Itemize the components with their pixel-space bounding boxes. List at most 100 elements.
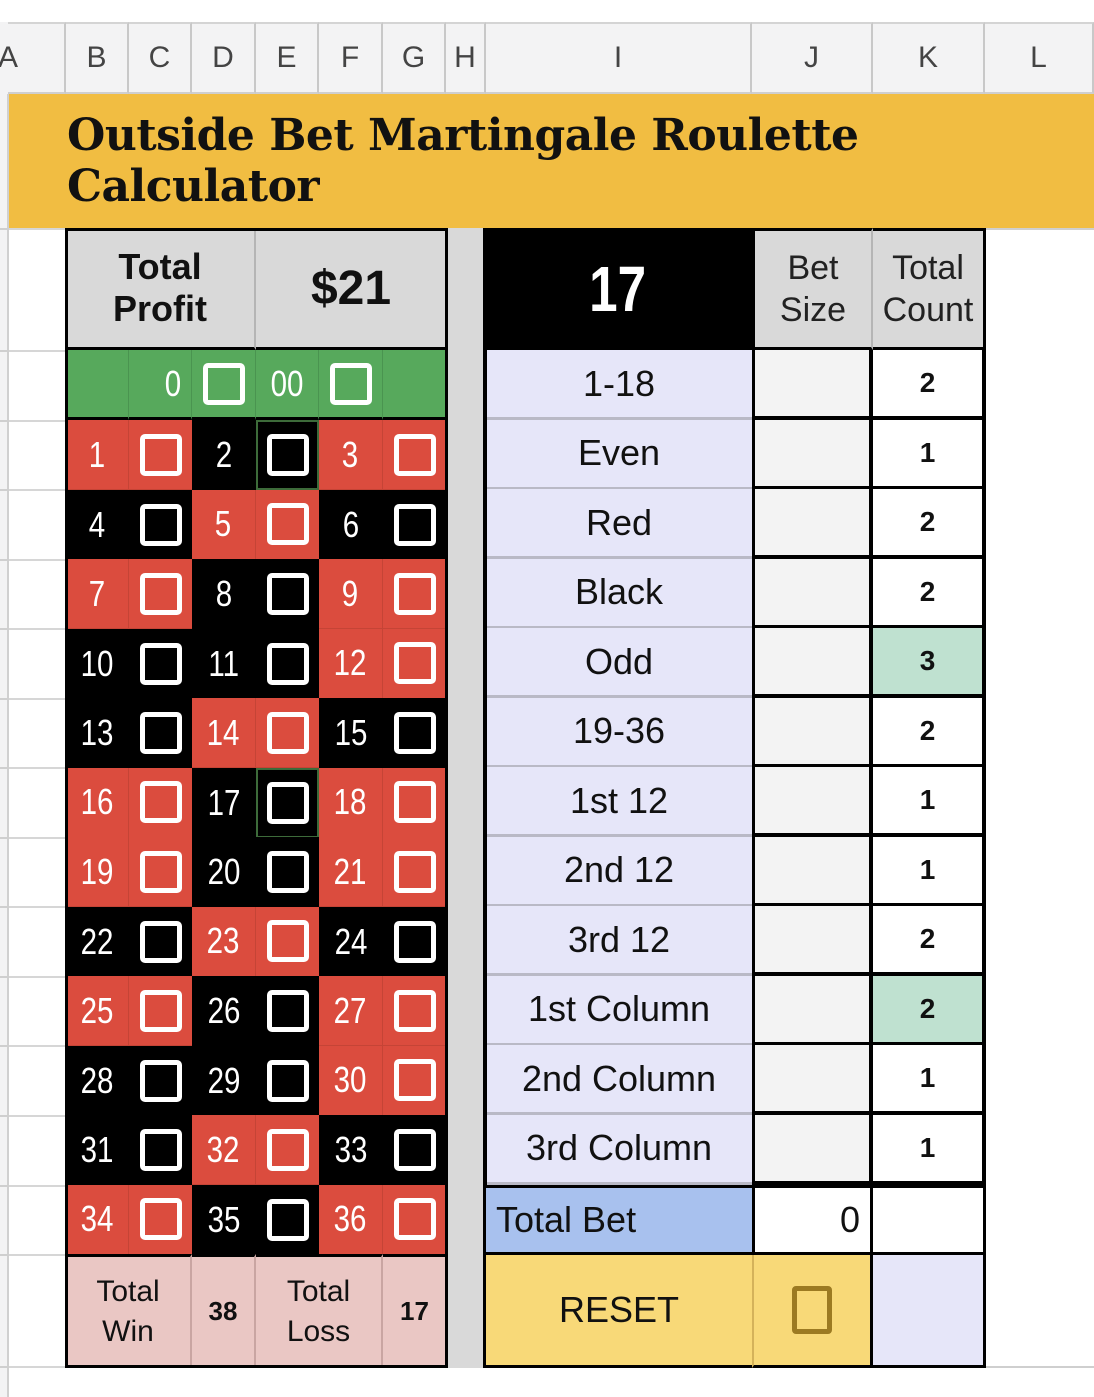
number-checkbox-30[interactable]: [393, 1059, 436, 1101]
bet-size-input[interactable]: [752, 906, 873, 976]
row-gridline: [9, 906, 66, 908]
bet-size-input[interactable]: [752, 419, 873, 490]
number-checkbox-19[interactable]: [139, 850, 182, 893]
number-label: 2: [215, 434, 233, 475]
row-gridline: [0, 1045, 9, 1047]
number-checkbox-17[interactable]: [266, 781, 309, 824]
bet-label: Even: [577, 432, 661, 473]
number-checkbox-31[interactable]: [139, 1129, 182, 1171]
number-checkbox-14[interactable]: [266, 711, 309, 754]
bet-size-input[interactable]: [752, 1045, 873, 1115]
bet-label: 1st Column: [527, 988, 711, 1029]
number-checkbox-7[interactable]: [139, 572, 182, 615]
number-checkbox-32[interactable]: [266, 1128, 309, 1171]
column-header-e[interactable]: E: [256, 22, 319, 94]
bet-size-input[interactable]: [752, 697, 873, 768]
number-checkbox-36[interactable]: [393, 1198, 436, 1240]
number-checkbox-35[interactable]: [266, 1198, 309, 1241]
number-checkbox-26[interactable]: [266, 990, 309, 1032]
number-checkbox-2[interactable]: [266, 434, 309, 476]
column-header-c[interactable]: C: [129, 22, 192, 94]
number-label: 12: [334, 642, 367, 683]
total-count-header: Total Count: [873, 228, 986, 350]
number-checkbox-29[interactable]: [266, 1059, 309, 1102]
number-checkbox-5[interactable]: [266, 503, 309, 545]
number-checkbox-34[interactable]: [139, 1198, 182, 1240]
column-header-g[interactable]: G: [383, 22, 446, 94]
number-checkbox-22[interactable]: [139, 920, 182, 963]
column-header-i[interactable]: I: [486, 22, 752, 94]
number-label: 23: [207, 920, 240, 961]
column-header-k[interactable]: K: [873, 22, 985, 94]
row-gridline: [9, 837, 66, 839]
double-zero-number: 00: [270, 362, 304, 404]
number-checkbox-4[interactable]: [139, 503, 182, 546]
bet-size-input[interactable]: [752, 767, 873, 837]
number-checkbox-20[interactable]: [266, 851, 309, 893]
number-label: 32: [207, 1128, 240, 1170]
bet-count-cell: 1: [873, 419, 986, 490]
number-checkbox-28[interactable]: [139, 1059, 182, 1102]
reset-checkbox[interactable]: [792, 1286, 832, 1334]
bet-size-input[interactable]: [752, 350, 873, 420]
number-checkbox-16[interactable]: [139, 781, 182, 823]
number-label: 11: [208, 642, 240, 684]
number-cell-10: 10: [66, 628, 129, 699]
number-checkbox-8[interactable]: [266, 573, 309, 615]
bet-size-input[interactable]: [752, 1114, 873, 1185]
column-header-d[interactable]: D: [192, 22, 256, 94]
number-checkbox-11[interactable]: [266, 642, 309, 685]
checkbox-cell-29: [256, 1045, 319, 1116]
row-gridline: [0, 1254, 9, 1256]
column-header-a[interactable]: A: [0, 22, 66, 94]
zero-checkbox[interactable]: [202, 362, 245, 405]
checkbox-cell-4: [129, 489, 192, 560]
number-checkbox-24[interactable]: [393, 920, 436, 963]
number-checkbox-10[interactable]: [139, 642, 182, 685]
bet-label: 2nd Column: [521, 1057, 717, 1099]
total-bet-blank-cell: [873, 1185, 986, 1255]
bet-size-input[interactable]: [752, 836, 873, 907]
number-checkbox-6[interactable]: [393, 503, 436, 546]
bet-size-input[interactable]: [752, 975, 873, 1046]
column-header-h[interactable]: H: [446, 22, 486, 94]
row-gridline: [0, 906, 9, 908]
number-checkbox-3[interactable]: [393, 433, 436, 476]
number-label: 25: [80, 989, 114, 1031]
number-cell-31: 31: [66, 1115, 129, 1185]
number-checkbox-23[interactable]: [266, 920, 309, 962]
column-header-f[interactable]: F: [319, 22, 383, 94]
double-zero-checkbox[interactable]: [329, 362, 372, 405]
column-header-l[interactable]: L: [985, 22, 1094, 94]
number-cell-6: 6: [319, 489, 383, 560]
number-checkbox-18[interactable]: [393, 781, 436, 823]
number-checkbox-13[interactable]: [139, 712, 182, 754]
number-cell-23: 23: [192, 906, 256, 977]
number-checkbox-12[interactable]: [393, 642, 436, 684]
bet-size-input[interactable]: [752, 558, 873, 629]
number-checkbox-25[interactable]: [139, 989, 182, 1032]
table-border: [484, 350, 487, 1185]
bet-label: 1-18: [582, 362, 656, 404]
checkbox-cell-17: [256, 767, 319, 838]
column-header-j[interactable]: J: [752, 22, 873, 94]
bet-label: 19-36: [572, 710, 666, 751]
bet-label: 2nd 12: [563, 849, 675, 890]
column-header-b[interactable]: B: [66, 22, 129, 94]
number-cell-25: 25: [66, 976, 129, 1046]
number-checkbox-9[interactable]: [393, 572, 436, 615]
number-label: 33: [334, 1129, 368, 1170]
number-checkbox-27[interactable]: [393, 989, 436, 1032]
number-checkbox-21[interactable]: [393, 850, 436, 893]
bet-label-cell: 3rd Column: [486, 1114, 752, 1185]
number-checkbox-33[interactable]: [393, 1129, 436, 1171]
bet-size-input[interactable]: [752, 489, 873, 559]
number-cell-34: 34: [66, 1184, 129, 1255]
number-label: 16: [80, 781, 114, 822]
bet-label: 3rd Column: [525, 1127, 713, 1168]
number-checkbox-1[interactable]: [139, 433, 182, 476]
last-number: 17: [589, 253, 647, 325]
bet-size-input[interactable]: [752, 628, 873, 698]
number-cell-26: 26: [192, 976, 256, 1046]
number-checkbox-15[interactable]: [393, 712, 436, 754]
